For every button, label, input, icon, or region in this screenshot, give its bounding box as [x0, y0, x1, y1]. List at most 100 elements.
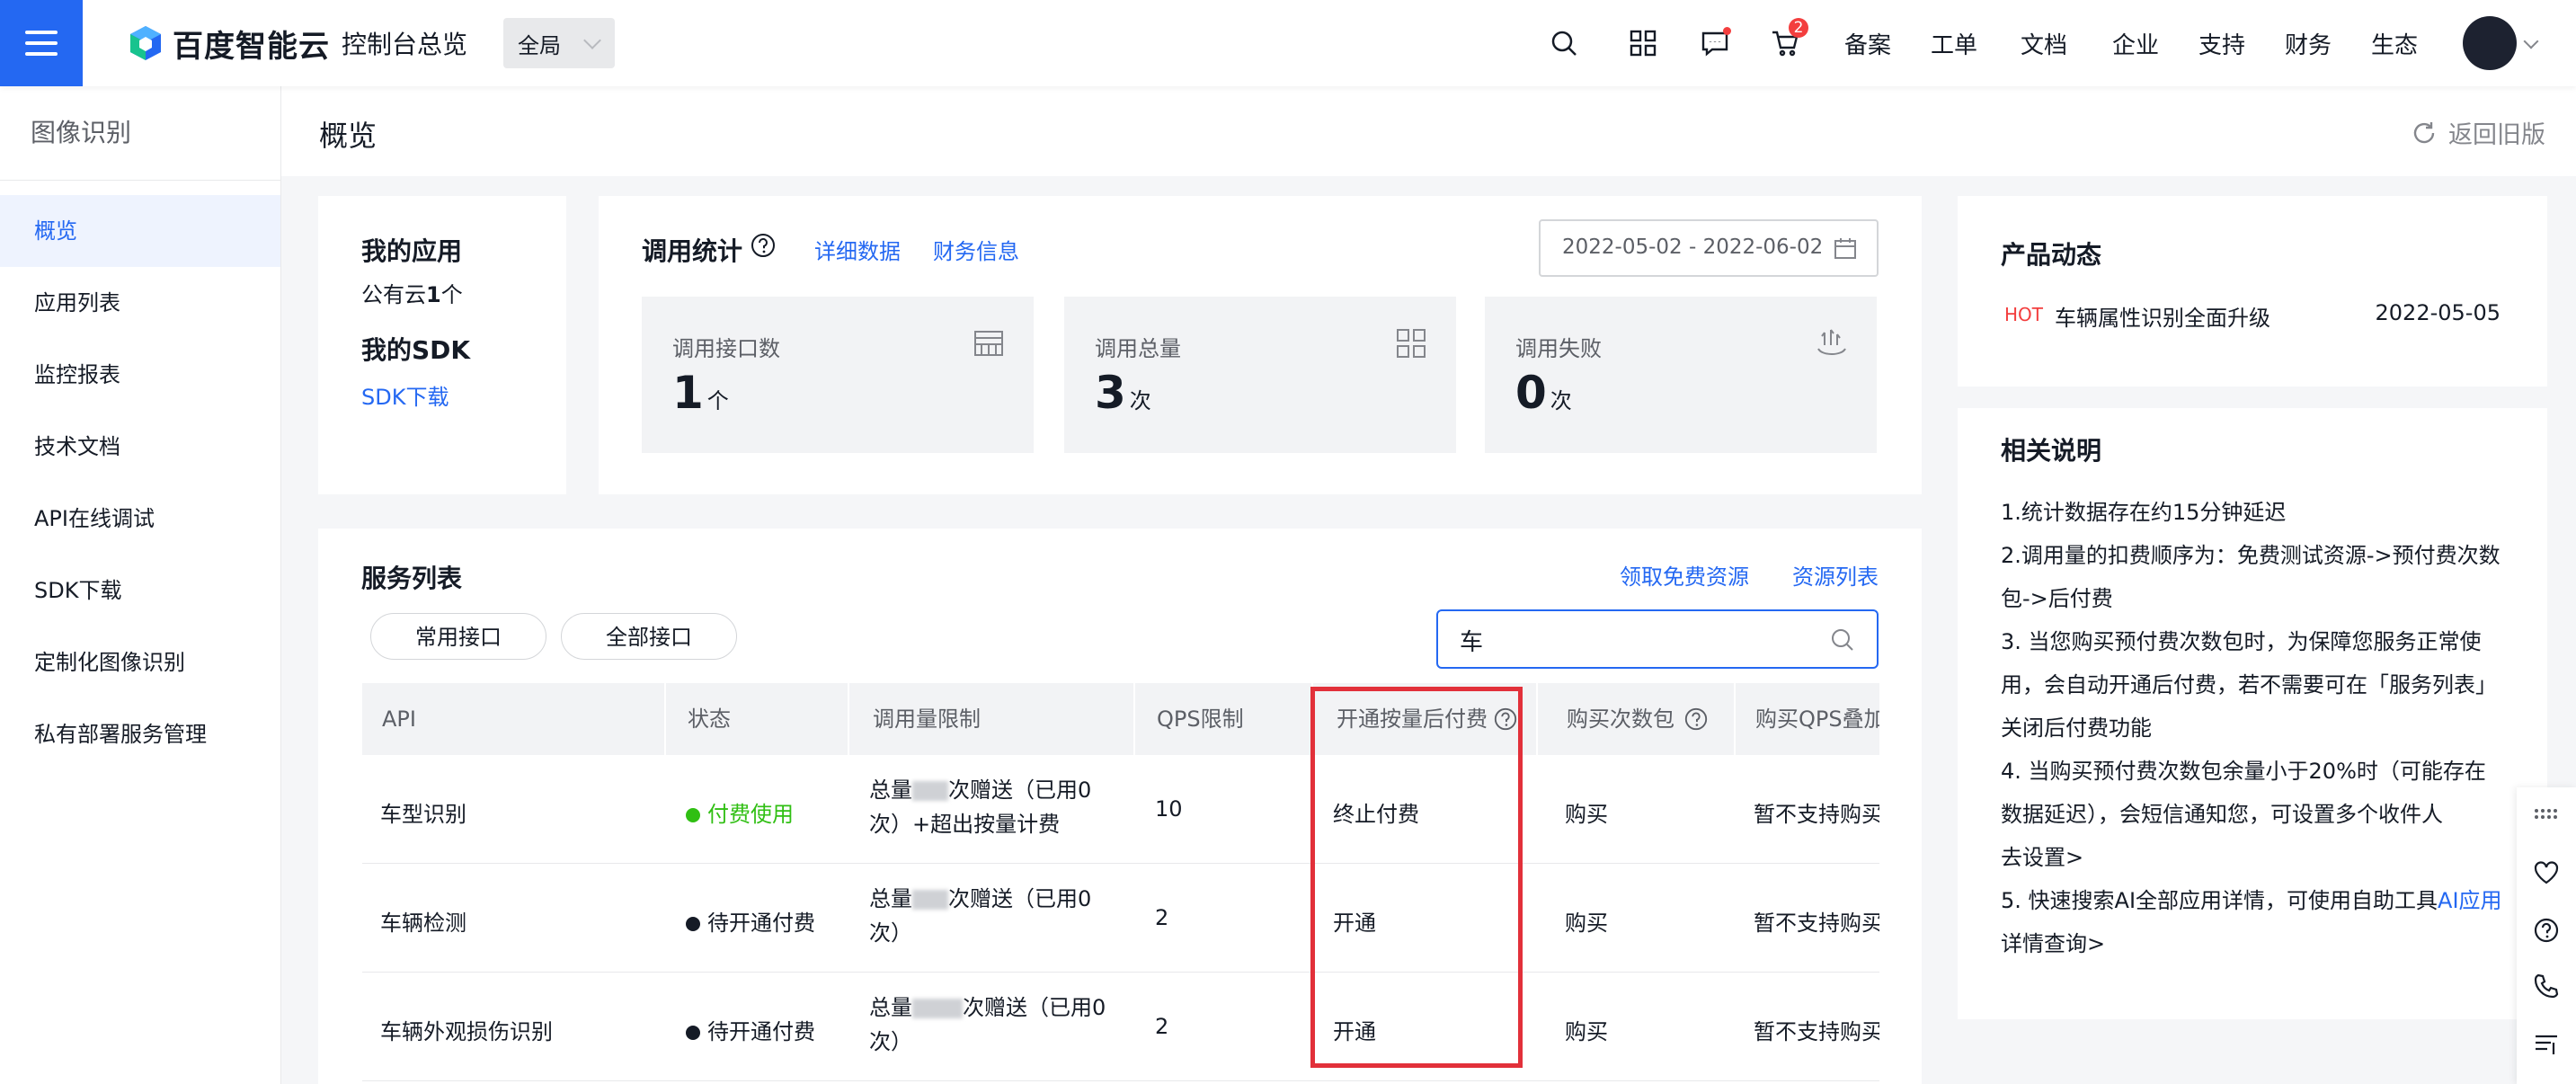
filter-all-button[interactable]: 全部接口 — [561, 613, 737, 660]
sidebar-item-overview[interactable]: 概览 — [0, 195, 280, 267]
table-icon — [974, 331, 1003, 356]
quota-part: 次） — [869, 812, 912, 837]
stat-unit: 次 — [1550, 388, 1572, 413]
status-text: 待开通付费 — [707, 911, 815, 936]
unread-dot — [1723, 27, 1731, 35]
nav-docs[interactable]: 文档 — [2021, 27, 2067, 60]
col-qps: QPS限制 — [1157, 706, 1244, 732]
search-icon[interactable] — [1830, 627, 1855, 653]
page-header: 概览 返回旧版 — [281, 86, 2576, 176]
refresh-icon — [2413, 121, 2435, 143]
stat-unit: 次 — [1129, 388, 1151, 413]
stat-unit: 个 — [706, 388, 729, 413]
news-item-link[interactable]: 车辆属性识别全面升级 — [2055, 300, 2270, 332]
table-row: 车型识别 付费使用 总量 次赠送（已用0 次）+超出按量计费 10 终止付费 购买 … — [362, 755, 1879, 864]
go-settings-link[interactable]: 去设置> — [2001, 836, 2522, 879]
buy-pack-link[interactable]: 购买 — [1565, 1014, 1608, 1045]
hamburger-menu-button[interactable] — [0, 0, 83, 86]
sidebar-item-app-list[interactable]: 应用列表 — [0, 267, 280, 339]
notes-title: 相关说明 — [2001, 436, 2102, 466]
apps-grid-icon[interactable] — [1623, 23, 1663, 63]
free-resource-link[interactable]: 领取免费资源 — [1620, 559, 1749, 591]
status-dot — [686, 808, 700, 822]
feedback-list-icon[interactable] — [2533, 1030, 2560, 1057]
redacted-value — [912, 999, 963, 1018]
status-dot — [686, 1026, 700, 1040]
favorite-heart-icon[interactable] — [2533, 859, 2560, 886]
col-api: API — [382, 706, 416, 732]
help-icon[interactable] — [750, 232, 777, 259]
chevron-down-icon — [583, 31, 601, 49]
drag-handle-icon[interactable] — [2533, 807, 2560, 822]
quota-part: 总量 — [869, 777, 912, 803]
col-buy-qps: 购买QPS叠加 — [1755, 706, 1879, 732]
stat-label: 调用失败 — [1515, 336, 1602, 361]
help-icon[interactable] — [2533, 917, 2560, 944]
note-line: 用，会自动开通后付费，若不需要可在「服务列表」 — [2001, 672, 2497, 697]
message-icon[interactable] — [1695, 23, 1735, 63]
avatar[interactable] — [2463, 16, 2517, 70]
service-search-box[interactable] — [1436, 609, 1879, 669]
sidebar-item-sdk[interactable]: SDK下载 — [0, 555, 280, 626]
cloud-count: 1 — [426, 282, 441, 307]
detail-data-link[interactable]: 详细数据 — [814, 234, 901, 265]
date-range-picker[interactable]: 2022-05-02 - 2022-06-02 — [1539, 219, 1879, 277]
logo[interactable]: 百度智能云 — [128, 22, 330, 65]
help-icon[interactable] — [1683, 706, 1709, 732]
ai-app-query-link-cont[interactable]: 详情查询> — [2001, 922, 2522, 965]
region-select[interactable]: 全局 — [503, 18, 615, 68]
quota-text: 总量 次赠送（已用0 次） — [869, 882, 1130, 950]
nav-support[interactable]: 支持 — [2198, 27, 2245, 60]
stat-label: 调用总量 — [1095, 336, 1181, 361]
nav-finance[interactable]: 财务 — [2285, 27, 2332, 60]
menu-icon — [25, 41, 58, 45]
service-list-title: 服务列表 — [361, 564, 463, 593]
cloud-label: 公有云 — [361, 282, 426, 307]
search-icon[interactable] — [1544, 23, 1584, 63]
api-name: 车辆检测 — [380, 911, 466, 936]
filter-common-button[interactable]: 常用接口 — [370, 613, 546, 660]
console-overview-link[interactable]: 控制台总览 — [342, 25, 467, 61]
service-table: API 状态 调用量限制 QPS限制 开通按量后付费 购买次数包 购买QPS叠加… — [362, 683, 1879, 1084]
quota-text: 总量 次赠送（已用0 次） — [869, 991, 1130, 1059]
resource-list-link[interactable]: 资源列表 — [1792, 559, 1879, 591]
cloud-unit: 个 — [440, 282, 463, 307]
note-line: 5. 快速搜索AI全部应用详情，可使用自助工具AI应用 — [2001, 879, 2522, 922]
nav-ecosystem[interactable]: 生态 — [2371, 27, 2418, 60]
status-badge: 付费使用 — [686, 796, 794, 828]
sdk-download-link[interactable]: SDK下载 — [361, 379, 449, 411]
quota-part: 次赠送（已用0 — [948, 886, 1092, 911]
buy-pack-link[interactable]: 购买 — [1565, 905, 1608, 937]
ai-app-query-link[interactable]: AI应用 — [2438, 888, 2502, 913]
cart-icon[interactable]: 2 — [1765, 18, 1808, 63]
chevron-down-icon[interactable] — [2523, 33, 2539, 49]
sidebar-item-private[interactable]: 私有部署服务管理 — [0, 698, 280, 770]
product-news-title: 产品动态 — [2001, 240, 2102, 270]
phone-icon[interactable] — [2533, 973, 2560, 1000]
service-search-input[interactable] — [1458, 618, 1821, 662]
back-to-old-button[interactable]: 返回旧版 — [2411, 115, 2545, 150]
note-line: 4. 当购买预付费次数包余量小于20%时（可能存在 — [2001, 759, 2486, 784]
stat-failed-calls: 调用失败 0次 — [1485, 297, 1877, 453]
stat-total-calls: 调用总量 3次 — [1064, 297, 1456, 453]
stat-value: 0次 — [1515, 367, 1572, 419]
nav-enterprise[interactable]: 企业 — [2112, 27, 2159, 60]
redacted-value — [912, 890, 948, 910]
sidebar-item-monitor[interactable]: 监控报表 — [0, 339, 280, 411]
finance-info-link[interactable]: 财务信息 — [933, 234, 1019, 265]
table-row: 车辆检测 待开通付费 总量 次赠送（已用0 次） 2 开通 购买 暂不支持购买 — [362, 864, 1879, 973]
stat-interface-count: 调用接口数 1个 — [642, 297, 1034, 453]
buy-pack-link[interactable]: 购买 — [1565, 796, 1608, 828]
call-stats-title: 调用统计 — [642, 236, 743, 266]
nav-beian[interactable]: 备案 — [1844, 27, 1891, 60]
note-line: 数据延迟），会短信通知您，可设置多个收件人 — [2001, 802, 2443, 827]
status-text: 付费使用 — [707, 802, 794, 827]
sidebar-item-api-debug[interactable]: API在线调试 — [0, 483, 280, 555]
quota-text: 总量 次赠送（已用0 次）+超出按量计费 — [869, 773, 1130, 841]
sidebar-item-docs[interactable]: 技术文档 — [0, 411, 280, 483]
stat-number: 3 — [1095, 367, 1126, 419]
sidebar-item-custom[interactable]: 定制化图像识别 — [0, 626, 280, 698]
floating-tool-dock — [2517, 787, 2576, 1084]
nav-ticket[interactable]: 工单 — [1931, 27, 1977, 60]
quota-part: 总量 — [869, 995, 912, 1020]
